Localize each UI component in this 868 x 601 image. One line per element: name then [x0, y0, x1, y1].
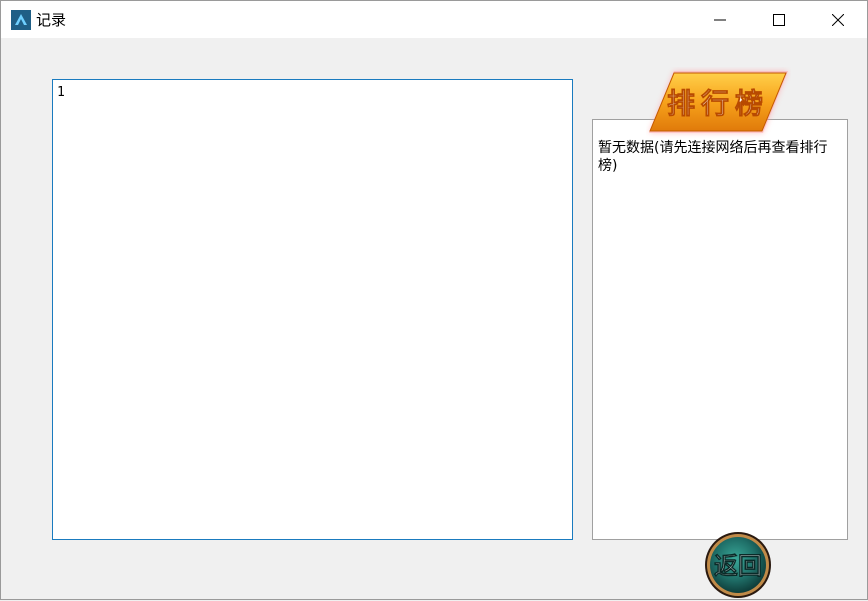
window: 记录 1 暂无数据(请先连接网络后再查看排行榜) 排行榜 返回 — [0, 0, 868, 600]
close-icon — [832, 13, 844, 26]
close-button[interactable] — [809, 1, 867, 38]
record-content: 1 — [57, 85, 65, 100]
maximize-icon — [773, 13, 785, 26]
leaderboard-banner-label: 排行榜 — [667, 87, 769, 120]
minimize-icon — [714, 19, 726, 20]
app-logo-icon — [11, 10, 31, 30]
leaderboard-panel[interactable]: 暂无数据(请先连接网络后再查看排行榜) — [592, 119, 848, 540]
back-button-label: 返回 — [714, 551, 762, 580]
maximize-button[interactable] — [750, 1, 808, 38]
leaderboard-banner: 排行榜 — [646, 67, 791, 139]
minimize-button[interactable] — [691, 1, 749, 38]
leaderboard-message: 暂无数据(请先连接网络后再查看排行榜) — [598, 140, 828, 174]
back-button[interactable]: 返回 — [703, 531, 773, 601]
title-bar: 记录 — [1, 1, 867, 38]
window-title: 记录 — [36, 11, 67, 29]
record-text-area[interactable]: 1 — [52, 79, 573, 540]
